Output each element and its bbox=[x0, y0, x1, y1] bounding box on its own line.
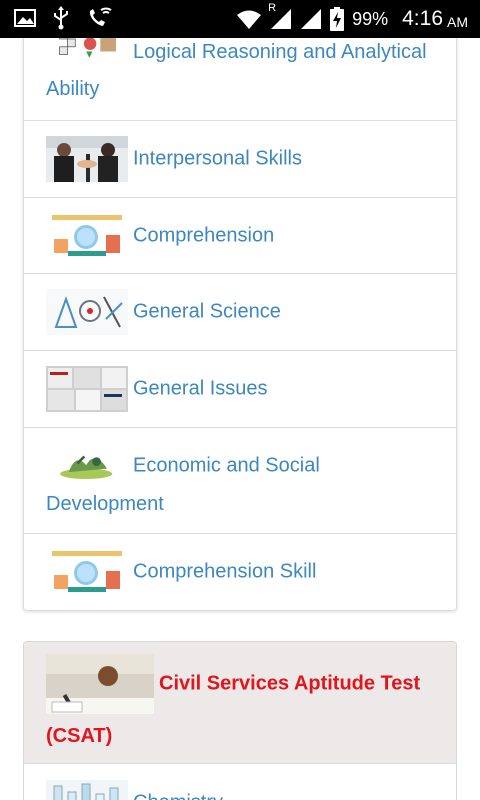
list-item-comprehension[interactable]: Comprehension bbox=[24, 198, 456, 274]
topic-label: Comprehension bbox=[133, 224, 275, 247]
wifi-icon bbox=[237, 10, 262, 29]
image-notification-icon bbox=[14, 9, 36, 27]
topic-label: General Science bbox=[133, 300, 281, 323]
topic-label: Interpersonal Skills bbox=[133, 147, 302, 170]
signal-strength-icon-2 bbox=[301, 9, 322, 29]
topic-label: General Issues bbox=[133, 377, 268, 400]
green-growth-icon bbox=[51, 446, 123, 486]
student-writing-photo-icon bbox=[46, 654, 154, 714]
lab-glassware-icon bbox=[46, 780, 128, 800]
section-heading[interactable]: Civil Services Aptitude Test (CSAT) bbox=[24, 642, 456, 764]
csat-section: Civil Services Aptitude Test (CSAT) Chem… bbox=[23, 641, 457, 800]
list-item-general-issues[interactable]: General Issues bbox=[24, 351, 456, 428]
battery-percent: 99% bbox=[352, 8, 389, 29]
list-item-logical-reasoning[interactable]: Logical Reasoning and Analytical Ability bbox=[24, 38, 456, 121]
science-collage-icon bbox=[46, 289, 128, 335]
list-item-comprehension-skill[interactable]: Comprehension Skill bbox=[24, 534, 456, 610]
topic-list: Logical Reasoning and Analytical Ability… bbox=[23, 38, 457, 611]
list-item-chemistry[interactable]: Chemistry bbox=[24, 764, 456, 800]
logic-puzzle-icon bbox=[54, 38, 120, 64]
status-bar: R 99% 4:16 AM bbox=[0, 0, 480, 38]
clock-ampm: AM bbox=[447, 13, 468, 30]
list-item-interpersonal-skills[interactable]: Interpersonal Skills bbox=[24, 121, 456, 198]
list-item-general-science[interactable]: General Science bbox=[24, 274, 456, 351]
topic-label: Chemistry bbox=[133, 791, 223, 800]
reading-comprehension-icon bbox=[46, 213, 128, 259]
topic-list-page: Logical Reasoning and Analytical Ability… bbox=[0, 38, 480, 800]
battery-charging-icon bbox=[330, 7, 345, 31]
topic-label: Comprehension Skill bbox=[133, 560, 317, 583]
list-item-economic-social-development[interactable]: Economic and Social Development bbox=[24, 428, 456, 534]
signal-roaming: R bbox=[268, 2, 292, 30]
reading-comprehension-icon bbox=[46, 549, 128, 595]
handshake-photo-icon bbox=[46, 136, 128, 182]
wifi-calling-icon bbox=[89, 7, 112, 26]
newspapers-icon bbox=[46, 366, 128, 412]
roaming-indicator: R bbox=[268, 2, 277, 14]
usb-icon bbox=[54, 6, 68, 30]
clock-time: 4:16 bbox=[402, 7, 443, 30]
